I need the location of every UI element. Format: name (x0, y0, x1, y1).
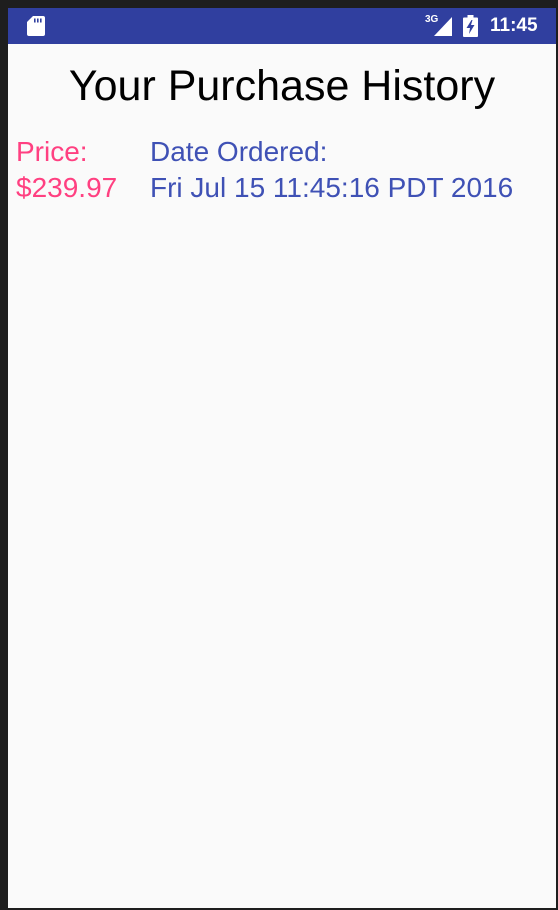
price-column: Price: $239.97 (16, 134, 117, 206)
price-value: $239.97 (16, 172, 118, 203)
device-screen: 3G 11:45 Your Purchase History Price: $2… (8, 8, 556, 908)
date-ordered-label: Date Ordered: (150, 136, 328, 167)
cell-signal-icon (434, 17, 452, 36)
status-clock: 11:45 (490, 15, 538, 36)
page-title: Your Purchase History (68, 62, 496, 110)
status-bar: 3G 11:45 (8, 8, 556, 44)
battery-charging-icon (463, 15, 478, 37)
date-column: Date Ordered: Fri Jul 15 11:45:16 PDT 20… (150, 134, 513, 206)
price-label: Price: (16, 136, 88, 167)
date-ordered-value: Fri Jul 15 11:45:16 PDT 2016 (150, 172, 514, 203)
sd-card-icon (27, 16, 45, 36)
purchase-history-content: Your Purchase History Price: $239.97 Dat… (8, 44, 556, 908)
